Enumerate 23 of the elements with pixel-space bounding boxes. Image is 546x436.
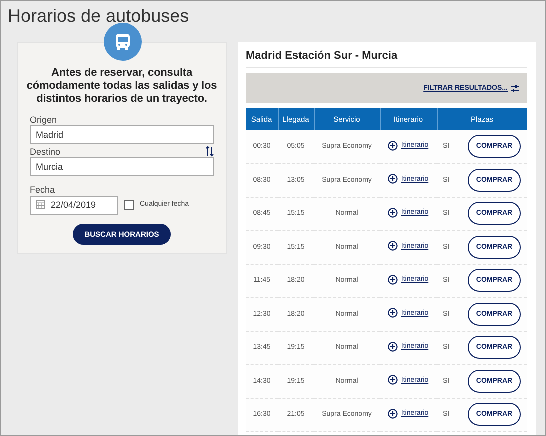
plus-circle-icon: [388, 342, 398, 352]
field-label: Fecha: [30, 185, 56, 195]
plus-circle-icon: [388, 308, 398, 318]
plus-circle-icon: [388, 174, 398, 184]
bus-icon: [115, 33, 131, 51]
field-label: Destino: [30, 147, 61, 157]
plus-circle-icon: [388, 375, 398, 386]
checkbox[interactable]: [124, 200, 134, 210]
date-field[interactable]: 22/04/2019: [30, 196, 118, 214]
plus-circle-icon: [388, 208, 398, 218]
route-title: Madrid Estación Sur - Murcia: [246, 48, 527, 68]
field-label: Origen: [30, 115, 58, 125]
plus-circle-icon: [388, 241, 398, 252]
intro-text: Antes de reservar, consulta cómodamente todas las salidas y los distintos horarios de un trayecto.: [26, 67, 218, 106]
page-title: Horarios de autobuses: [7, 5, 190, 27]
sliders-icon[interactable]: [511, 84, 519, 92]
swap-icon[interactable]: [206, 146, 214, 157]
plus-circle-icon: [388, 140, 398, 150]
origin-field[interactable]: Madrid: [30, 125, 214, 144]
plus-circle-icon: [388, 408, 398, 419]
plus-circle-icon: [388, 274, 398, 285]
calendar-icon: [36, 200, 45, 209]
destination-field[interactable]: Murcia: [30, 157, 214, 176]
